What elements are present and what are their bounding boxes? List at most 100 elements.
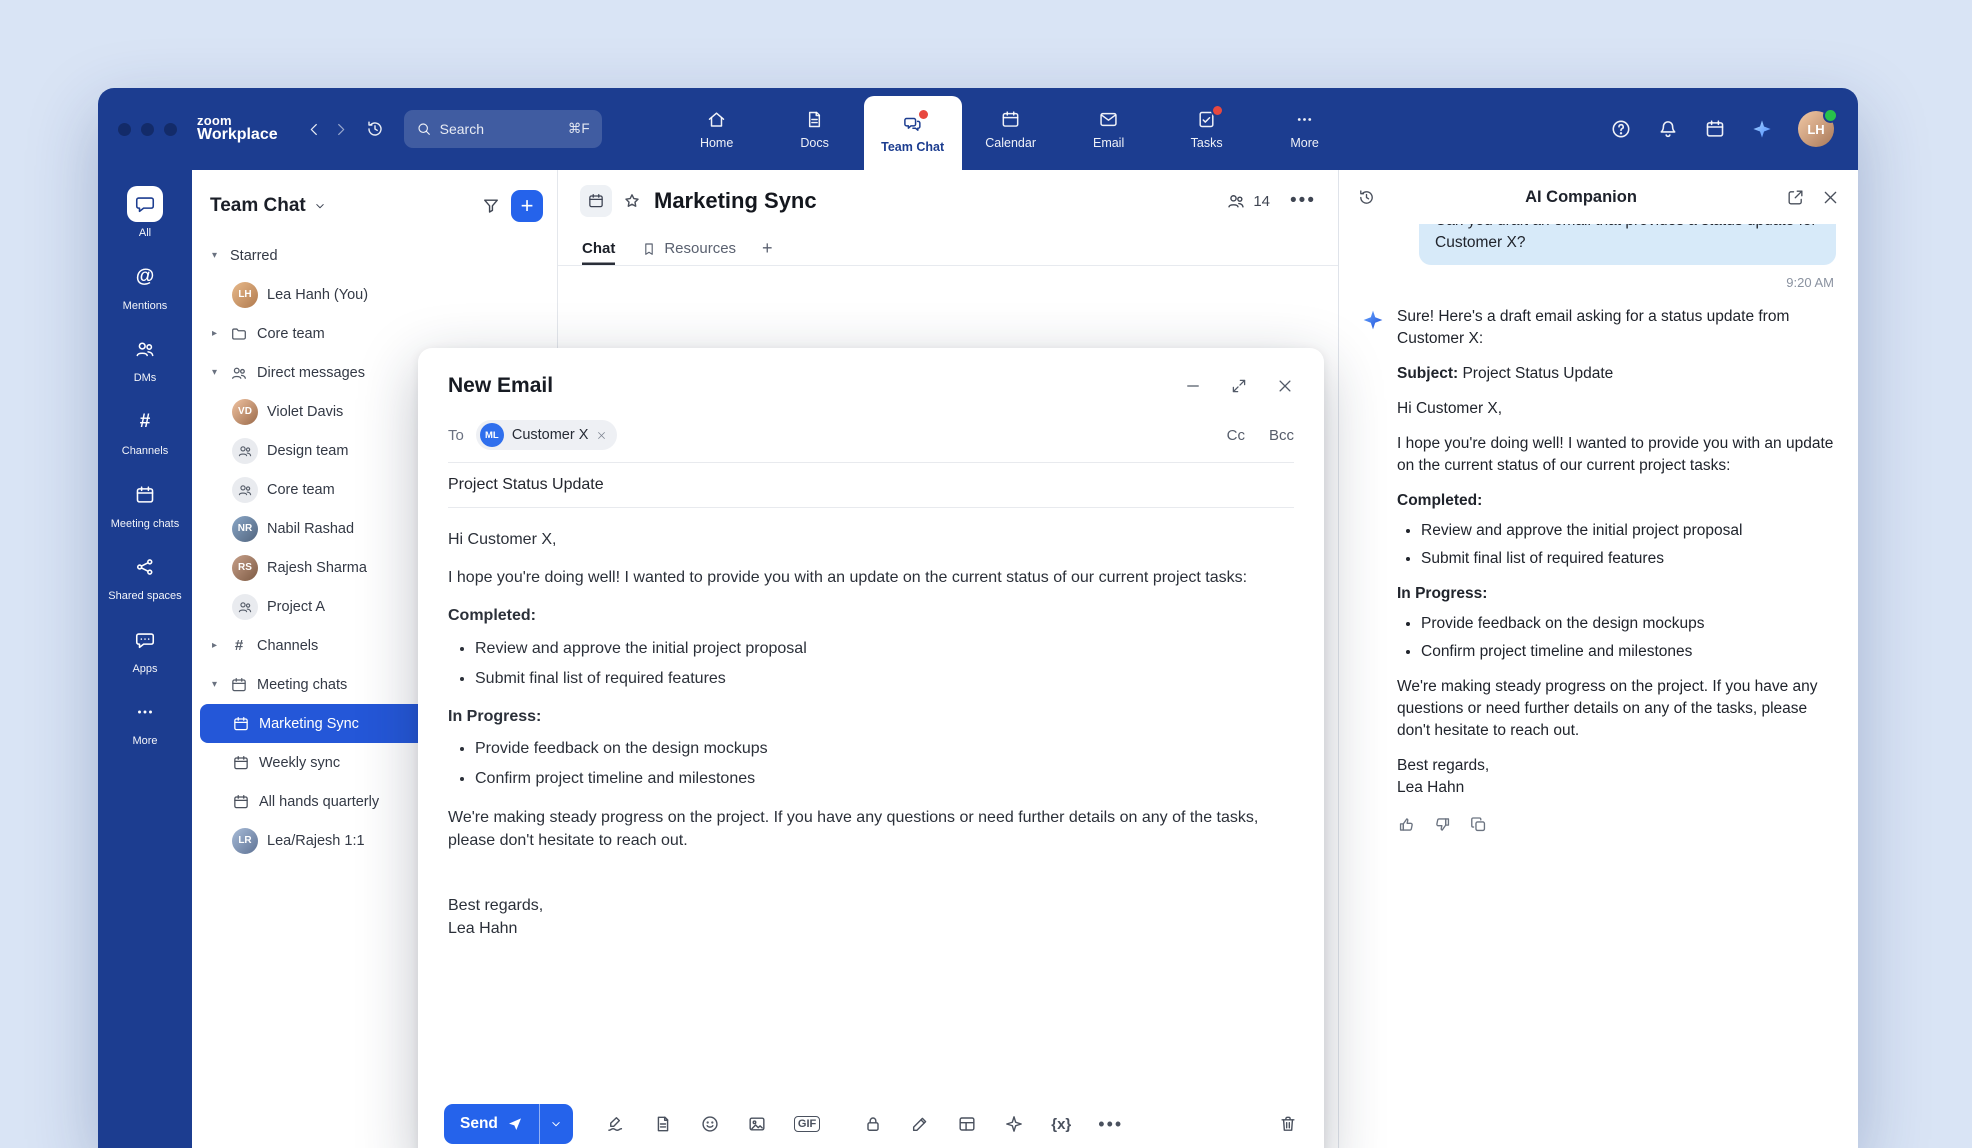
brand-zoom: zoom [197,114,278,128]
help-button[interactable] [1610,118,1632,140]
close-button[interactable] [1276,377,1294,395]
subject-input[interactable] [448,476,1294,494]
signature-button[interactable] [606,1114,626,1134]
variables-button[interactable]: {x} [1051,1116,1071,1133]
tab-team-chat[interactable]: Team Chat [864,96,962,170]
caret-down-icon[interactable]: ▾ [208,679,221,690]
member-count: 14 [1253,193,1270,210]
filter-icon [481,196,501,216]
calendar-quick-button[interactable] [1704,118,1726,140]
new-chat-button[interactable]: + [511,190,543,222]
variables-icon: {x} [1051,1116,1071,1133]
copy-button[interactable] [1469,815,1488,834]
thumbs-up-button[interactable] [1397,815,1416,834]
global-search[interactable]: ⌘F [404,110,602,148]
traffic-light-minimize[interactable] [141,123,154,136]
edit-button[interactable] [910,1114,930,1134]
notifications-button[interactable] [1657,118,1679,140]
tab-home[interactable]: Home [668,88,766,170]
tab-tasks[interactable]: Tasks [1158,88,1256,170]
back-button[interactable] [302,116,328,142]
section-starred[interactable]: ▾ Starred [200,236,549,275]
email-in-progress-list: Provide feedback on the design mockups C… [448,737,1294,790]
more-options-button[interactable]: ••• [1098,1114,1123,1135]
ai-close-button[interactable] [1821,188,1840,207]
tab-email[interactable]: Email [1060,88,1158,170]
search-input[interactable] [440,121,560,137]
rail-item-apps[interactable]: Apps [101,622,189,676]
close-icon [1276,377,1294,395]
subject-field[interactable] [448,463,1294,508]
filter-button[interactable] [481,196,501,216]
caret-down-icon[interactable]: ▾ [208,250,221,261]
email-body-editor[interactable]: Hi Customer X, I hope you're doing well!… [418,508,1324,1090]
emoji-button[interactable] [700,1114,720,1134]
gif-icon: GIF [794,1116,820,1132]
list-item: Confirm project timeline and milestones [475,767,1294,790]
ai-history-button[interactable] [1357,188,1376,207]
ai-popout-button[interactable] [1786,188,1805,207]
star-channel-button[interactable] [622,191,642,211]
chevron-down-icon [549,1117,563,1131]
rail-item-more[interactable]: More [101,694,189,748]
tab-resources[interactable]: Resources [641,232,736,265]
channel-tabs: Chat Resources + [558,232,1338,266]
ai-companion-button[interactable] [1751,118,1773,140]
list-item: Review and approve the initial project p… [475,637,1294,660]
rail-item-meeting-chats[interactable]: Meeting chats [101,477,189,531]
tab-calendar[interactable]: Calendar [962,88,1060,170]
template-button[interactable] [653,1114,673,1134]
rail-item-dms[interactable]: DMs [101,331,189,385]
tab-more[interactable]: More [1256,88,1354,170]
image-button[interactable] [747,1114,767,1134]
caret-down-icon[interactable]: ▾ [208,367,221,378]
bcc-button[interactable]: Bcc [1269,427,1294,444]
chat-list-title-button[interactable]: Team Chat [210,195,327,217]
tab-docs[interactable]: Docs [766,88,864,170]
avatar-initials: LH [1807,122,1824,137]
topbar-right: LH [1610,111,1834,147]
ai-sparkle-icon [1751,118,1773,140]
list-item: Submit final list of required features [475,667,1294,690]
forward-button[interactable] [328,116,354,142]
layout-button[interactable] [957,1114,977,1134]
thumbs-down-button[interactable] [1433,815,1452,834]
home-icon [706,109,727,130]
user-avatar[interactable]: LH [1798,111,1834,147]
send-options-button[interactable] [539,1104,573,1144]
discard-button[interactable] [1278,1114,1298,1134]
cc-button[interactable]: Cc [1227,427,1245,444]
caret-right-icon[interactable]: ▸ [208,328,221,339]
gif-button[interactable]: GIF [794,1116,820,1132]
members-button[interactable]: 14 [1226,191,1270,211]
expand-button[interactable] [1230,377,1248,395]
caret-right-icon[interactable]: ▸ [208,640,221,651]
send-button[interactable]: Send [444,1104,539,1144]
remove-recipient-button[interactable] [596,430,607,441]
tab-label: Docs [800,136,828,150]
rail-item-mentions[interactable]: @ Mentions [101,259,189,313]
tab-chat[interactable]: Chat [582,232,615,265]
rail-item-shared-spaces[interactable]: Shared spaces [101,549,189,603]
ai-sparkle-icon [1004,1114,1024,1134]
to-field[interactable]: To ML Customer X Cc Bcc [448,412,1294,463]
rail-item-all[interactable]: All [101,186,189,240]
list-item-lea-hanh[interactable]: LH Lea Hanh (You) [200,275,549,314]
tab-label: Calendar [985,136,1036,150]
traffic-light-close[interactable] [118,123,131,136]
traffic-light-zoom[interactable] [164,123,177,136]
rail-label: Channels [122,445,168,458]
minimize-button[interactable] [1184,377,1202,395]
ai-completed-heading: Completed: [1397,490,1836,512]
rail-item-channels[interactable]: # Channels [101,404,189,458]
add-tab-button[interactable]: + [762,232,773,265]
channel-more-button[interactable]: ••• [1290,190,1316,212]
rail-label: Meeting chats [111,518,179,531]
history-button[interactable] [362,116,388,142]
email-completed-list: Review and approve the initial project p… [448,637,1294,690]
recipient-chip[interactable]: ML Customer X [476,420,618,450]
subject-label: Subject: [1397,365,1458,382]
ai-outro: We're making steady progress on the proj… [1397,676,1836,742]
ai-assist-button[interactable] [1004,1114,1024,1134]
lock-button[interactable] [863,1114,883,1134]
